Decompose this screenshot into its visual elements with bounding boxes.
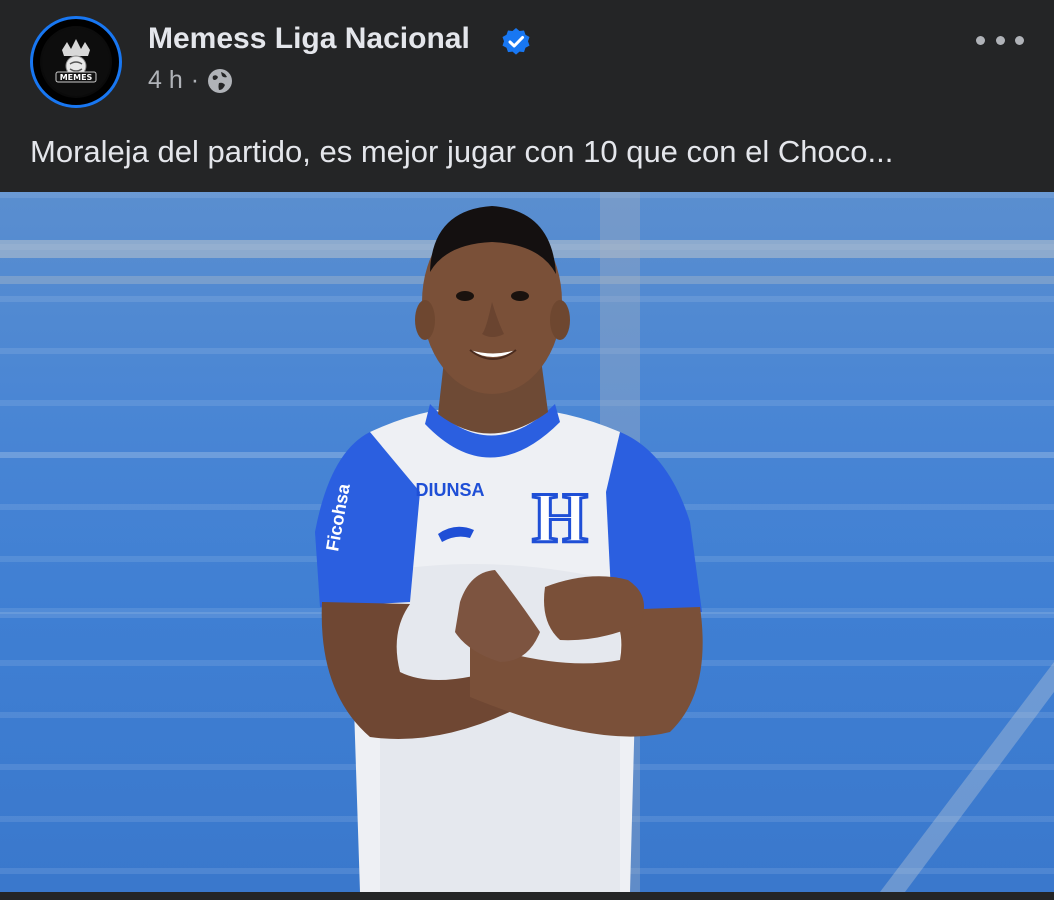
more-horizontal-icon bbox=[976, 35, 985, 45]
player-photo: H DIUNSA Ficohsa bbox=[0, 192, 1054, 892]
jersey-sponsor: DIUNSA bbox=[415, 480, 484, 500]
memes-logo: MEMES bbox=[40, 26, 112, 98]
post-divider bbox=[0, 892, 1054, 900]
globe-icon bbox=[208, 68, 233, 93]
post-meta: 4 h · bbox=[148, 66, 233, 95]
crown-icon: MEMES bbox=[42, 28, 110, 96]
post-photo[interactable]: H DIUNSA Ficohsa bbox=[0, 192, 1054, 892]
avatar[interactable]: MEMES bbox=[30, 16, 122, 108]
jersey-crest: H bbox=[532, 478, 588, 558]
logo-text: MEMES bbox=[60, 73, 93, 82]
more-options-button[interactable] bbox=[976, 26, 1024, 54]
post-timestamp[interactable]: 4 h bbox=[148, 66, 183, 95]
meta-separator: · bbox=[190, 66, 200, 94]
author-name[interactable]: Memess Liga Nacional bbox=[148, 22, 470, 56]
verified-badge-icon bbox=[502, 28, 530, 55]
post-text: Moraleja del partido, es mejor jugar con… bbox=[30, 134, 894, 169]
post-header: MEMES Memess Liga Nacional 4 h · Moralej… bbox=[0, 0, 1054, 192]
